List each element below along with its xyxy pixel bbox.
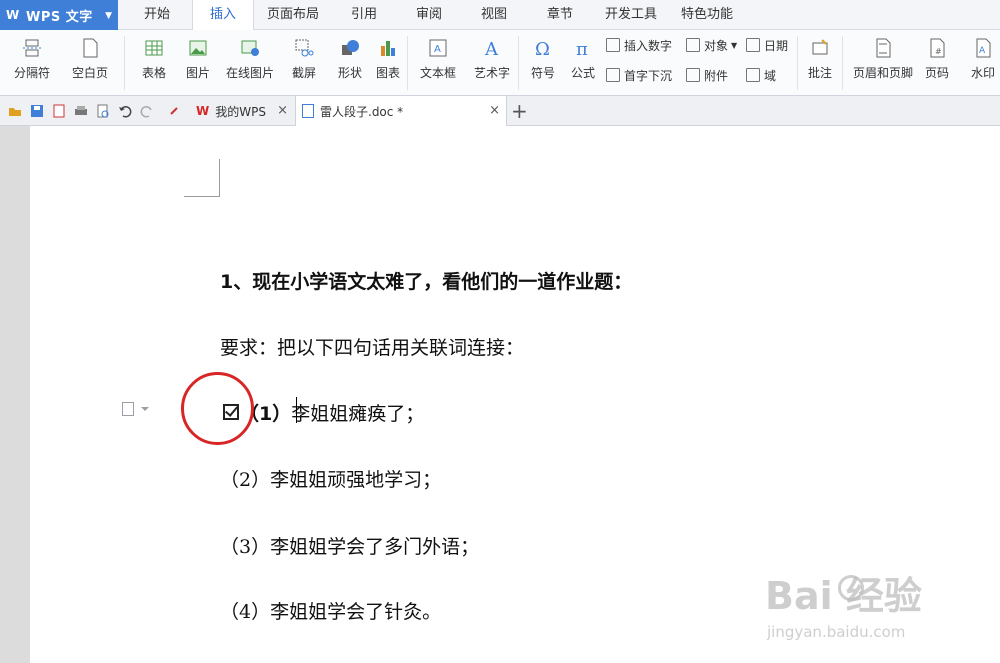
tab-developer[interactable]: 开发工具 — [598, 0, 664, 30]
shapes-icon — [340, 38, 360, 58]
tab-review[interactable]: 审阅 — [405, 0, 453, 30]
doc-item-1: （1）李姐姐瘫痪了； — [240, 403, 425, 425]
chevron-down-icon: ▼ — [105, 11, 112, 21]
watermark-button[interactable]: A 水印 — [958, 34, 1000, 90]
page-number-button[interactable]: # 页码 — [912, 34, 962, 90]
annotation-circle — [181, 372, 254, 445]
wordart-button[interactable]: A 艺术字 — [464, 34, 520, 90]
svg-text:#: # — [935, 47, 942, 56]
header-footer-button[interactable]: 页眉和页脚 — [848, 34, 918, 90]
object-icon — [686, 38, 700, 52]
tab-view[interactable]: 视图 — [470, 0, 518, 30]
online-picture-icon — [240, 38, 260, 58]
svg-text:π: π — [576, 39, 588, 58]
tab-chapter[interactable]: 章节 — [536, 0, 584, 30]
comment-icon — [810, 38, 830, 58]
pi-icon: π — [573, 38, 593, 60]
undo-icon[interactable] — [118, 104, 132, 118]
attachment-button[interactable]: 附件 — [686, 65, 728, 85]
svg-text:A: A — [434, 44, 441, 55]
paragraph-handle-icon[interactable] — [122, 402, 149, 416]
export-pdf-icon[interactable] — [52, 104, 66, 118]
tab-insert[interactable]: 插入 — [192, 0, 254, 31]
insert-number-button[interactable]: 插入数字 — [606, 35, 672, 55]
customize-arrow-icon[interactable] — [168, 104, 182, 118]
drop-cap-icon — [606, 68, 620, 82]
page-number-icon: # — [927, 38, 947, 58]
section-break-icon — [22, 38, 42, 58]
wps-logo-icon: W — [6, 8, 20, 22]
new-tab-icon[interactable]: + — [511, 99, 528, 123]
doc-item-2: （2）李姐姐顽强地学习； — [220, 469, 442, 491]
ribbon-divider — [124, 36, 125, 90]
doc-line-2: 要求：把以下四句话用关联词连接： — [220, 337, 525, 359]
online-picture-button[interactable]: 在线图片 — [222, 34, 278, 90]
doc-item-3: （3）李姐姐学会了多门外语； — [220, 536, 480, 558]
redo-icon[interactable] — [140, 104, 154, 118]
baidu-watermark: Bai 经验 jingyan.baidu.com — [765, 574, 922, 641]
print-icon[interactable] — [74, 104, 88, 118]
open-folder-icon[interactable] — [8, 104, 22, 118]
document-icon — [302, 104, 314, 118]
tab-start[interactable]: 开始 — [132, 0, 182, 30]
save-icon[interactable] — [30, 104, 44, 118]
close-icon[interactable]: × — [277, 103, 288, 118]
wordart-icon: A — [482, 38, 502, 60]
comment-button[interactable]: 批注 — [792, 34, 848, 90]
tab-my-wps[interactable]: W 我的WPS × — [190, 96, 294, 126]
svg-text:A: A — [484, 39, 499, 58]
watermark-icon: A — [973, 38, 993, 58]
blank-page-icon — [80, 38, 100, 58]
bar-chart-icon — [378, 38, 398, 58]
header-footer-icon — [873, 38, 893, 58]
ribbon-divider — [407, 36, 408, 90]
section-break-button[interactable]: 分隔符 — [4, 34, 60, 90]
field-icon — [746, 68, 760, 82]
doc-item-4: （4）李姐姐学会了针灸。 — [220, 601, 442, 623]
paw-icon — [838, 575, 864, 601]
drop-cap-button[interactable]: 首字下沉 — [606, 65, 672, 85]
page-margin-corner — [184, 159, 220, 197]
tab-references[interactable]: 引用 — [340, 0, 388, 30]
app-title: WPS 文字 — [26, 9, 93, 25]
date-button[interactable]: 日期 — [746, 35, 788, 55]
document-tabs-bar: W 我的WPS × 雷人段子.doc * × + — [0, 96, 1000, 126]
ribbon-divider — [842, 36, 843, 90]
omega-icon: Ω — [533, 38, 553, 60]
menu-bar: W WPS 文字 ▼ 开始 插入 页面布局 引用 审阅 视图 章节 开发工具 特… — [0, 0, 1000, 31]
tab-features[interactable]: 特色功能 — [674, 0, 740, 30]
attachment-icon — [686, 68, 700, 82]
svg-text:Ω: Ω — [535, 39, 550, 58]
picture-icon — [188, 38, 208, 58]
doc-line-1: 1、现在小学语文太难了，看他们的一道作业题： — [220, 271, 633, 293]
field-button[interactable]: 域 — [746, 65, 776, 85]
text-cursor — [296, 397, 297, 423]
number-icon — [606, 38, 620, 52]
formula-button[interactable]: π 公式 — [555, 34, 611, 90]
wps-logo-icon: W — [196, 104, 210, 118]
tab-document[interactable]: 雷人段子.doc * × — [295, 96, 507, 126]
app-menu-button[interactable]: W WPS 文字 ▼ — [0, 0, 118, 30]
print-preview-icon[interactable] — [96, 104, 110, 118]
svg-text:A: A — [979, 46, 986, 56]
scissors-icon — [294, 38, 314, 58]
blank-page-button[interactable]: 空白页 — [62, 34, 118, 90]
close-icon[interactable]: × — [489, 103, 500, 118]
tab-page-layout[interactable]: 页面布局 — [260, 0, 326, 30]
table-icon — [144, 38, 164, 58]
textbox-button[interactable]: A 文本框 — [410, 34, 466, 90]
calendar-icon — [746, 38, 760, 52]
object-button[interactable]: 对象 ▼ — [686, 35, 737, 55]
textbox-icon: A — [428, 38, 448, 58]
chevron-down-icon: ▼ — [731, 40, 738, 50]
ribbon-toolbar: 分隔符 空白页 表格 图片 在线图片 截屏 形状 图表 A 文本框 A 艺术字 … — [0, 30, 1000, 96]
picture-button[interactable]: 图片 — [170, 34, 226, 90]
